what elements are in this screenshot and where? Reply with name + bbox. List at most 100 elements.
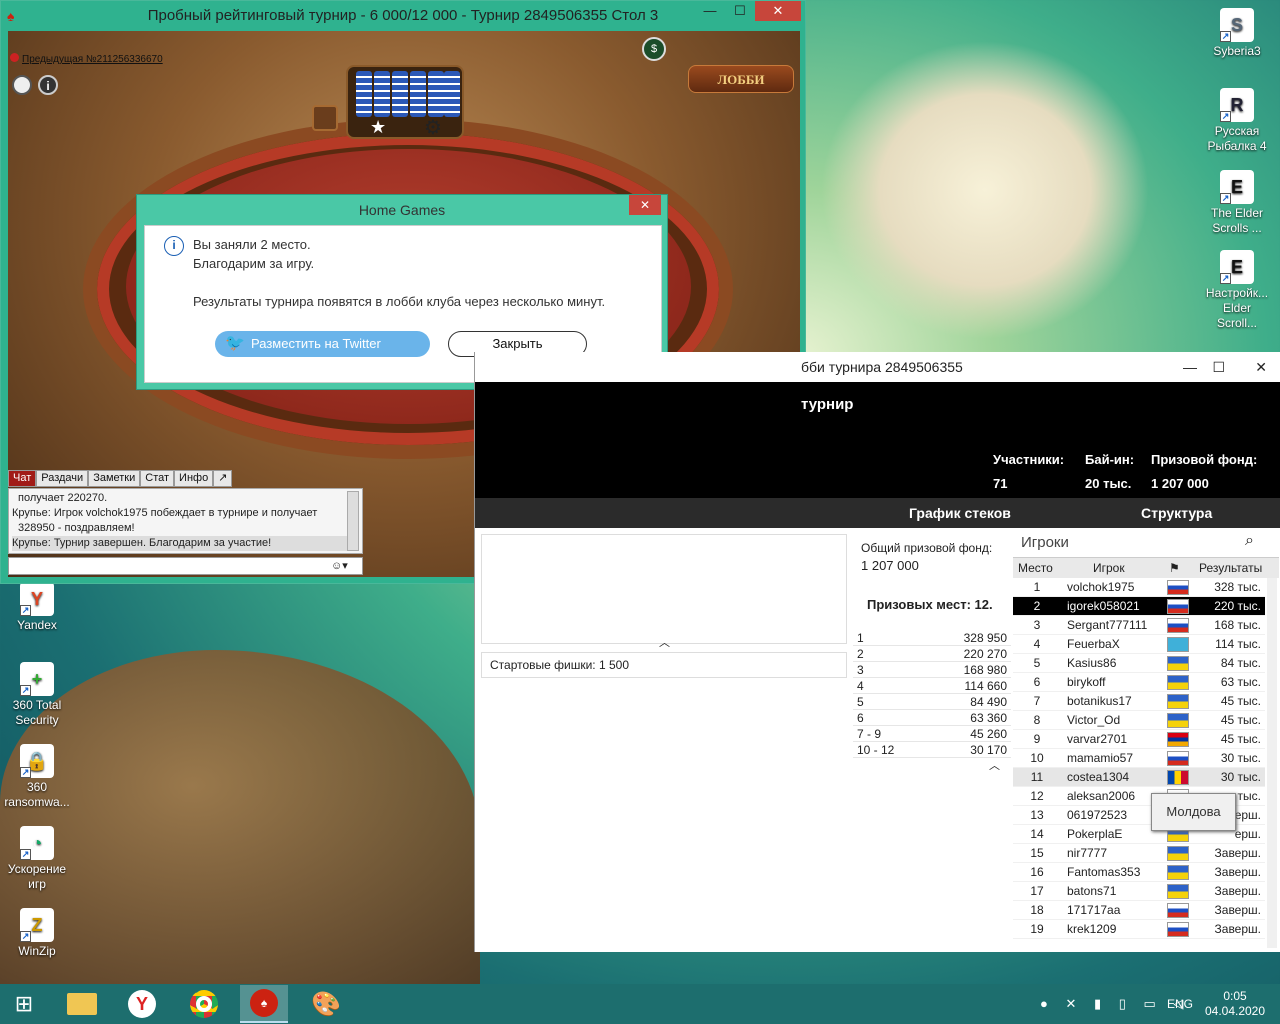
player-row[interactable]: 17 batons71 Заверш. bbox=[1013, 882, 1265, 901]
dialog-close-button[interactable]: ✕ bbox=[629, 195, 661, 215]
chat-scrollbar[interactable] bbox=[347, 491, 359, 551]
player-row[interactable]: 16 Fantomas353 Заверш. bbox=[1013, 863, 1265, 882]
prize-collapse-chevron-icon[interactable]: ︿ bbox=[989, 757, 1000, 773]
chat-tab[interactable]: Заметки bbox=[88, 470, 141, 487]
player-row[interactable]: 11 costea1304 30 тыс. bbox=[1013, 768, 1265, 787]
desktop-icon[interactable]: E ↗ The Elder Scrolls ... bbox=[1202, 170, 1272, 236]
emoji-button[interactable]: ☺▾ bbox=[331, 559, 348, 572]
chat-tab[interactable]: Стат bbox=[140, 470, 175, 487]
player-name: krek1209 bbox=[1067, 922, 1117, 936]
minimize-button[interactable]: — bbox=[695, 1, 725, 21]
player-result: 114 тыс. bbox=[1215, 637, 1261, 651]
search-icon[interactable]: ⌕ bbox=[1245, 532, 1254, 550]
hand-history-icon[interactable] bbox=[312, 105, 338, 131]
lobby-button[interactable]: ЛОББИ bbox=[688, 65, 794, 93]
player-place: 15 bbox=[1030, 846, 1044, 860]
star-icon[interactable]: ★ bbox=[370, 117, 386, 138]
flag-column-icon[interactable]: ⚑ bbox=[1169, 558, 1180, 578]
flag-ukraine-icon[interactable] bbox=[1167, 884, 1189, 899]
player-row[interactable]: 8 Victor_Od 45 тыс. bbox=[1013, 711, 1265, 730]
desktop-icon[interactable]: R ↗ Русская Рыбалка 4 bbox=[1202, 88, 1272, 154]
desktop-icon[interactable]: + ↗ 360 Total Security bbox=[2, 662, 72, 728]
twitter-share-button[interactable]: 🐦 Разместить на Twitter bbox=[215, 331, 430, 357]
chat-tab[interactable]: Раздачи bbox=[36, 470, 89, 487]
chat-tab[interactable]: Инфо bbox=[174, 470, 214, 487]
player-row[interactable]: 9 varvar2701 45 тыс. bbox=[1013, 730, 1265, 749]
desktop-icon[interactable]: E ↗ Настройк... Elder Scroll... bbox=[1202, 250, 1272, 331]
player-row[interactable]: 7 botanikus17 45 тыс. bbox=[1013, 692, 1265, 711]
desktop-icon[interactable]: Y ↗ Yandex bbox=[2, 582, 72, 633]
players-scrollbar[interactable] bbox=[1267, 578, 1277, 948]
flag-russia-icon[interactable] bbox=[1167, 599, 1189, 614]
player-name: birykoff bbox=[1067, 675, 1106, 689]
tab-structure[interactable]: Структура bbox=[1141, 505, 1212, 521]
prize-place: 7 - 9 bbox=[857, 727, 882, 741]
flag-russia-icon[interactable] bbox=[1167, 618, 1189, 633]
gear-icon[interactable]: ⚙ bbox=[424, 115, 442, 140]
flag-ukraine-icon[interactable] bbox=[1167, 656, 1189, 671]
lobby-titlebar[interactable]: бби турнира 2849506355 — ☐ ✕ bbox=[475, 352, 1280, 382]
paint-icon[interactable]: 🎨 bbox=[302, 985, 350, 1023]
flag-ukraine-icon[interactable] bbox=[1167, 675, 1189, 690]
player-row[interactable]: 4 FeuerbaX 114 тыс. bbox=[1013, 635, 1265, 654]
tournament-lobby-window[interactable]: бби турнира 2849506355 — ☐ ✕ турнир Учас… bbox=[474, 352, 1280, 952]
col-player[interactable]: Игрок bbox=[1093, 558, 1125, 578]
flag-russia-icon[interactable] bbox=[1167, 903, 1189, 918]
prize-list: 1 328 950 2 220 270 3 168 980 4 114 660 5 84 490 6… bbox=[853, 630, 1011, 758]
flag-ukraine-icon[interactable] bbox=[1167, 694, 1189, 709]
chat-input[interactable] bbox=[8, 557, 363, 575]
flag-ukraine-icon[interactable] bbox=[1167, 846, 1189, 861]
player-name: igorek058021 bbox=[1067, 599, 1140, 613]
chat-tabs: Чат Раздачи Заметки Стат Инфо ↗ bbox=[8, 470, 233, 487]
chat-log[interactable]: получает 220270. Крупье: Игрок volchok197… bbox=[8, 488, 363, 554]
desktop-icon[interactable]: 🔒 ↗ 360 ransomwa... bbox=[2, 744, 72, 810]
flag-russia-icon[interactable] bbox=[1167, 751, 1189, 766]
player-place: 13 bbox=[1030, 808, 1044, 822]
player-row[interactable]: 15 nir7777 Заверш. bbox=[1013, 844, 1265, 863]
player-row[interactable]: 19 krek1209 Заверш. bbox=[1013, 920, 1265, 939]
poker-titlebar[interactable]: ♠ Пробный рейтинговый турнир - 6 000/12 … bbox=[1, 1, 805, 31]
col-place[interactable]: Место bbox=[1018, 558, 1053, 578]
collapse-chevron-icon[interactable]: ︿ bbox=[659, 634, 670, 650]
player-row[interactable]: 5 Kasius86 84 тыс. bbox=[1013, 654, 1265, 673]
player-row[interactable]: 10 mamamio57 30 тыс. bbox=[1013, 749, 1265, 768]
col-results[interactable]: Результаты bbox=[1199, 558, 1262, 578]
desktop-icon[interactable]: Z ↗ WinZip bbox=[2, 908, 72, 959]
close-button[interactable]: ✕ bbox=[755, 1, 801, 21]
flag-russia-icon[interactable] bbox=[1167, 580, 1189, 595]
clock[interactable]: 0:05 04.04.2020 bbox=[1200, 989, 1270, 1019]
file-explorer-icon[interactable] bbox=[58, 985, 106, 1023]
language-indicator[interactable]: ENG bbox=[1167, 997, 1193, 1011]
desktop-icon[interactable]: ◔ ↗ Ускорение игр bbox=[2, 826, 72, 892]
chrome-icon[interactable] bbox=[180, 985, 228, 1023]
tab-stack-chart[interactable]: График стеков bbox=[909, 505, 1011, 521]
chat-tab[interactable]: ↗ bbox=[213, 470, 233, 487]
chat-tab[interactable]: Чат bbox=[8, 470, 37, 487]
pokerstars-taskbar-icon[interactable]: ♠ bbox=[240, 985, 288, 1023]
player-row[interactable]: 6 birykoff 63 тыс. bbox=[1013, 673, 1265, 692]
yandex-browser-taskbar-icon[interactable]: Y bbox=[118, 985, 166, 1023]
player-place: 8 bbox=[1033, 713, 1041, 727]
flag-armenia-icon[interactable] bbox=[1167, 732, 1189, 747]
player-row[interactable]: 18 171717aa Заверш. bbox=[1013, 901, 1265, 920]
flag-ukraine-icon[interactable] bbox=[1167, 865, 1189, 880]
player-row[interactable]: 1 volchok1975 328 тыс. bbox=[1013, 578, 1265, 597]
info-icon[interactable]: i bbox=[38, 75, 58, 95]
lobby-maximize-button[interactable]: ☐ bbox=[1212, 352, 1225, 382]
info-panel bbox=[481, 534, 847, 644]
flag-russia-icon[interactable] bbox=[1167, 922, 1189, 937]
player-row[interactable]: 3 Sergant777111 168 тыс. bbox=[1013, 616, 1265, 635]
prev-hand-link[interactable]: Предыдущая №211256336670 bbox=[10, 53, 163, 65]
maximize-button[interactable]: ☐ bbox=[725, 1, 755, 21]
lobby-close-button[interactable]: ✕ bbox=[1255, 352, 1267, 382]
flag-ukraine-icon[interactable] bbox=[1167, 713, 1189, 728]
flag-kazakhstan-icon[interactable] bbox=[1167, 637, 1189, 652]
lobby-minimize-button[interactable]: — bbox=[1183, 352, 1197, 382]
start-button[interactable]: ⊞ bbox=[0, 985, 48, 1023]
target-icon[interactable] bbox=[12, 75, 32, 95]
flag-moldova-icon[interactable] bbox=[1167, 770, 1189, 785]
desktop-icon[interactable]: S ↗ Syberia3 bbox=[1202, 8, 1272, 59]
players-search[interactable]: Игроки ⌕ bbox=[1013, 528, 1279, 558]
player-row[interactable]: 2 igorek058021 220 тыс. bbox=[1013, 597, 1265, 616]
cashier-icon[interactable]: $ bbox=[642, 37, 666, 61]
